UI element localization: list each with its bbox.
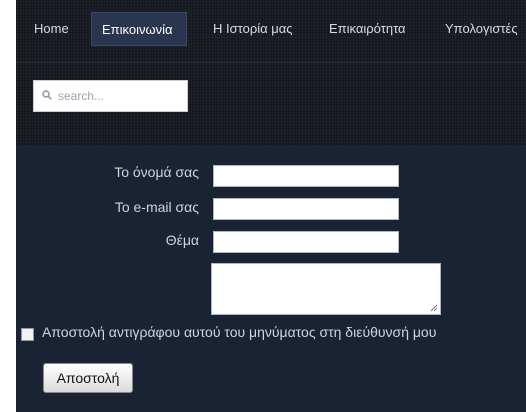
header-area: Home Επικοινωνία Η Ιστορία μας Επικαιρότ… <box>16 0 526 145</box>
nav-item-history[interactable]: Η Ιστορία μας <box>203 12 303 46</box>
subject-field[interactable] <box>213 231 399 253</box>
magnifier-icon <box>42 90 52 100</box>
name-field[interactable] <box>213 165 399 187</box>
search-box[interactable] <box>33 80 188 112</box>
nav-item-home[interactable]: Home <box>24 12 79 46</box>
subject-label: Θέμα <box>165 232 199 248</box>
nav-item-news[interactable]: Επικαιρότητα <box>319 12 416 46</box>
name-label: Το όνομά σας <box>114 164 199 180</box>
message-textarea[interactable] <box>211 263 441 315</box>
page-frame: Home Επικοινωνία Η Ιστορία μας Επικαιρότ… <box>16 0 526 412</box>
main-nav: Home Επικοινωνία Η Ιστορία μας Επικαιρότ… <box>16 0 526 56</box>
submit-button[interactable]: Αποστολή <box>43 363 133 393</box>
resize-handle-icon[interactable] <box>430 304 438 312</box>
email-field[interactable] <box>213 198 399 220</box>
nav-item-computers[interactable]: Υπολογιστές <box>435 12 526 46</box>
nav-divider <box>16 62 526 63</box>
copy-checkbox-label: Αποστολή αντιγράφου αυτού του μηνύματος … <box>42 324 437 340</box>
email-label: Το e-mail σας <box>114 199 199 215</box>
search-input[interactable] <box>56 81 184 111</box>
copy-checkbox[interactable] <box>21 328 34 341</box>
contact-form: Το όνομά σας Το e-mail σας Θέμα Αποστολή… <box>16 145 526 412</box>
nav-item-contact[interactable]: Επικοινωνία <box>91 12 187 46</box>
